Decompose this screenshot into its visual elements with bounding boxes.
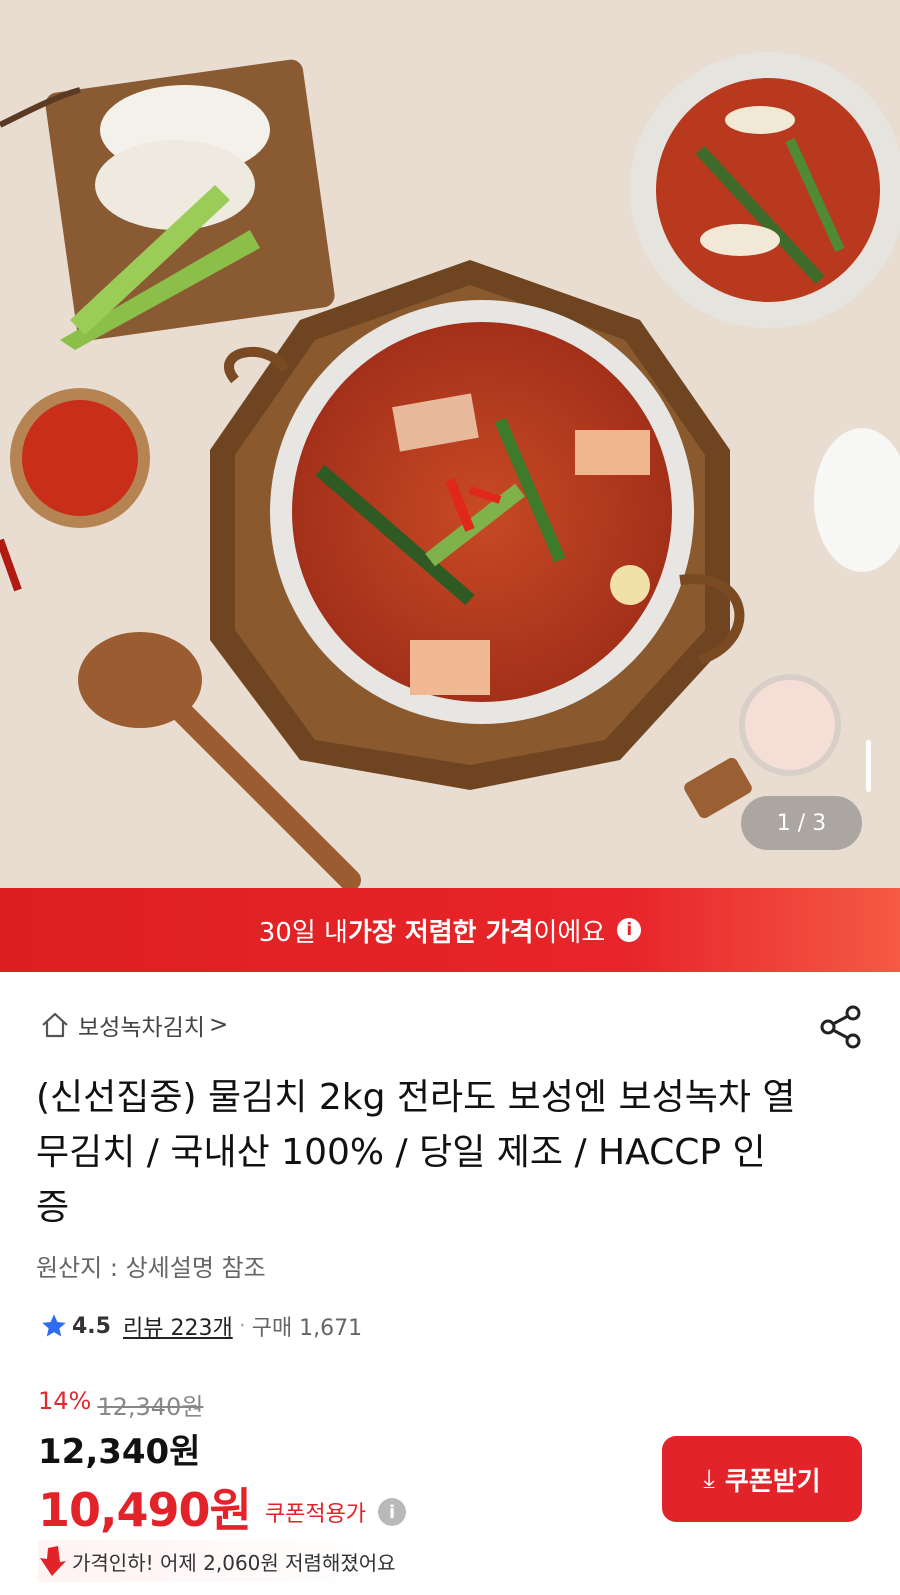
product-title: (신선집중) 물김치 2kg 전라도 보성엔 보성녹차 열무김치 / 국내산 1… — [36, 1077, 796, 1228]
store-name: 보성녹차김치 — [78, 1015, 205, 1041]
coupon-price: 10,490원 — [38, 1483, 252, 1537]
rating-score: 4.5 — [72, 1313, 111, 1339]
home-icon — [42, 1012, 68, 1038]
purchase-count: 구매 1,671 — [251, 1316, 363, 1341]
origin-info: 원산지 : 상세설명 참조 — [36, 1254, 266, 1282]
gallery-scroll-indicator — [866, 740, 871, 792]
reviews-link[interactable]: 리뷰 223개 — [123, 1310, 233, 1342]
download-arrow-icon: ⤓ — [703, 1463, 715, 1493]
coupon-price-row: 10,490원 쿠폰적용가 i — [38, 1474, 407, 1540]
banner-prefix: 30일 내 — [258, 917, 348, 948]
coupon-info-icon[interactable]: i — [378, 1498, 407, 1526]
coupon-price-label: 쿠폰적용가 — [264, 1502, 367, 1527]
rating-row: 4.5 리뷰 223개 · 구매 1,671 — [40, 1310, 362, 1342]
price-drop-notice: 가격인하! 어제 2,060원 저렴해졌어요 — [38, 1540, 406, 1582]
banner-highlight: 가장 저렴한 가격 — [347, 917, 534, 948]
price-drop-text: 가격인하! 어제 2,060원 저렴해졌어요 — [72, 1550, 396, 1575]
banner-suffix: 이에요 — [533, 917, 606, 948]
sale-price: 12,340원 — [38, 1432, 201, 1472]
original-price: 12,340원 — [97, 1393, 204, 1421]
star-icon — [42, 1314, 66, 1337]
separator-dot: · — [238, 1313, 246, 1339]
lowest-price-banner[interactable]: 30일 내 가장 저렴한 가격 이에요 i — [0, 888, 900, 972]
discount-percent: 14% — [38, 1387, 92, 1415]
product-image[interactable]: 1 / 3 — [0, 0, 900, 888]
kimchi-photo — [0, 52, 900, 888]
get-coupon-button[interactable]: ⤓ 쿠폰받기 — [662, 1436, 862, 1522]
share-button[interactable] — [818, 1004, 864, 1054]
price-drop-arrow-icon — [40, 1546, 66, 1576]
gallery-counter: 1 / 3 — [741, 796, 862, 850]
get-coupon-label: 쿠폰받기 — [724, 1465, 821, 1496]
discount-row: 14% 12,340원 — [38, 1387, 203, 1422]
share-icon — [820, 1005, 861, 1049]
info-icon[interactable]: i — [617, 918, 642, 942]
chevron-right-icon: > — [208, 1012, 229, 1038]
store-link[interactable]: 보성녹차김치 > — [40, 1008, 228, 1042]
